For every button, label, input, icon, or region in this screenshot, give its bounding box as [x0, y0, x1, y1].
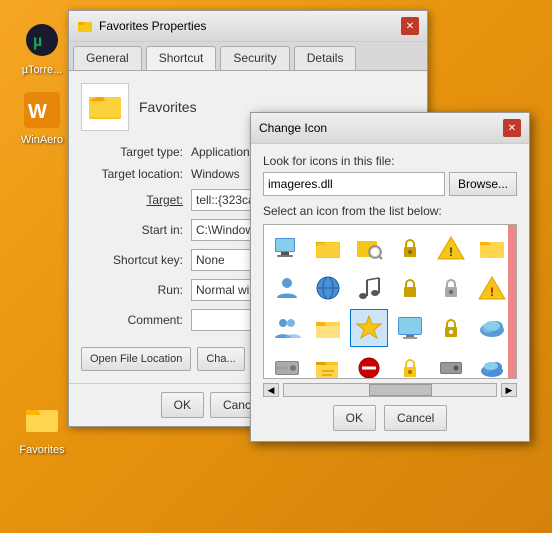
icon-cloud2[interactable]	[473, 349, 511, 379]
icons-grid-container: !	[263, 224, 517, 379]
open-file-location-button[interactable]: Open File Location	[81, 347, 191, 371]
change-icon-button[interactable]: Cha...	[197, 347, 244, 371]
icon-warning[interactable]: !	[432, 229, 470, 267]
favorites-dialog-title: Favorites Properties	[99, 19, 206, 33]
comment-label: Comment:	[81, 313, 191, 327]
fav-name-label: Favorites	[139, 99, 197, 115]
icon-users[interactable]	[268, 309, 306, 347]
favorites-close-button[interactable]: ✕	[401, 17, 419, 35]
icon-hdd[interactable]	[268, 349, 306, 379]
utorrent-icon: µ	[22, 20, 62, 60]
folder-icon	[77, 18, 93, 34]
change-icon-title-left: Change Icon	[259, 121, 327, 135]
desktop-icon-utorrent[interactable]: µ µTorre...	[10, 20, 74, 76]
icon-warning2[interactable]: !	[473, 269, 511, 307]
change-icon-content: Look for icons in this file: Browse... S…	[251, 144, 529, 441]
icon-search-folder[interactable]	[350, 229, 388, 267]
change-icon-dialog: Change Icon ✕ Look for icons in this fil…	[250, 112, 530, 442]
icon-lock2[interactable]	[391, 269, 429, 307]
icon-folder-net[interactable]	[309, 229, 347, 267]
icon-monitor[interactable]	[391, 309, 429, 347]
icon-computer[interactable]	[268, 229, 306, 267]
fav-ok-button[interactable]: OK	[161, 392, 204, 418]
shortcut-key-label: Shortcut key:	[81, 253, 191, 267]
change-icon-ok-button[interactable]: OK	[333, 405, 376, 431]
icon-folder3[interactable]	[309, 349, 347, 379]
icon-lock5[interactable]	[391, 349, 429, 379]
icon-cloud[interactable]	[473, 309, 511, 347]
target-label: Target:	[81, 193, 191, 207]
tab-details[interactable]: Details	[294, 46, 357, 70]
change-icon-title: Change Icon	[259, 121, 327, 135]
select-label: Select an icon from the list below:	[263, 204, 517, 218]
svg-text:µ: µ	[33, 33, 42, 50]
icon-lock3[interactable]	[432, 269, 470, 307]
icon-user[interactable]	[268, 269, 306, 307]
target-type-value: Application	[191, 145, 250, 159]
svg-text:W: W	[28, 101, 47, 123]
target-location-value: Windows	[191, 167, 240, 181]
tab-shortcut[interactable]: Shortcut	[146, 46, 217, 70]
utorrent-label: µTorre...	[22, 64, 63, 76]
icon-lock1[interactable]	[391, 229, 429, 267]
start-in-label: Start in:	[81, 223, 191, 237]
favorites-folder-icon	[87, 89, 123, 125]
icon-folder2[interactable]	[309, 309, 347, 347]
target-location-label: Target location:	[81, 167, 191, 181]
change-icon-buttons: OK Cancel	[263, 405, 517, 431]
target-type-label: Target type:	[81, 145, 191, 159]
file-label: Look for icons in this file:	[263, 154, 517, 168]
desktop-icon-winzip[interactable]: W WinAero	[10, 90, 74, 146]
favorites-label: Favorites	[19, 444, 64, 456]
change-icon-cancel-button[interactable]: Cancel	[384, 405, 447, 431]
icon-folder-yellow[interactable]	[473, 229, 511, 267]
desktop-icon-favorites[interactable]: Favorites	[10, 400, 74, 456]
icon-music[interactable]	[350, 269, 388, 307]
favorites-desktop-icon	[22, 400, 62, 440]
title-left: Favorites Properties	[77, 18, 206, 34]
fav-icon-box	[81, 83, 129, 131]
file-row: Browse...	[263, 172, 517, 196]
winzip-label: WinAero	[21, 134, 63, 146]
winzip-icon: W	[22, 90, 62, 130]
icon-no-sign[interactable]	[350, 349, 388, 379]
tab-general[interactable]: General	[73, 46, 142, 70]
browse-button[interactable]: Browse...	[449, 172, 517, 196]
tab-bar: General Shortcut Security Details	[69, 42, 427, 71]
scroll-thumb	[369, 384, 433, 396]
scroll-track[interactable]	[283, 383, 497, 397]
scroll-right-arrow[interactable]: ▶	[501, 383, 517, 397]
icon-drive[interactable]	[432, 349, 470, 379]
icon-globe[interactable]	[309, 269, 347, 307]
favorites-titlebar: Favorites Properties ✕	[69, 11, 427, 42]
scroll-left-arrow[interactable]: ◀	[263, 383, 279, 397]
red-scrollbar	[508, 225, 516, 379]
svg-text:!: !	[449, 245, 453, 259]
icon-lock4[interactable]	[432, 309, 470, 347]
change-icon-close-button[interactable]: ✕	[503, 119, 521, 137]
horizontal-scrollbar: ◀ ▶	[263, 383, 517, 397]
tab-security[interactable]: Security	[220, 46, 289, 70]
icon-star[interactable]	[350, 309, 388, 347]
file-input[interactable]	[263, 172, 445, 196]
svg-text:!: !	[490, 285, 494, 299]
run-label: Run:	[81, 283, 191, 297]
change-icon-titlebar: Change Icon ✕	[251, 113, 529, 144]
icons-grid: !	[264, 225, 516, 379]
